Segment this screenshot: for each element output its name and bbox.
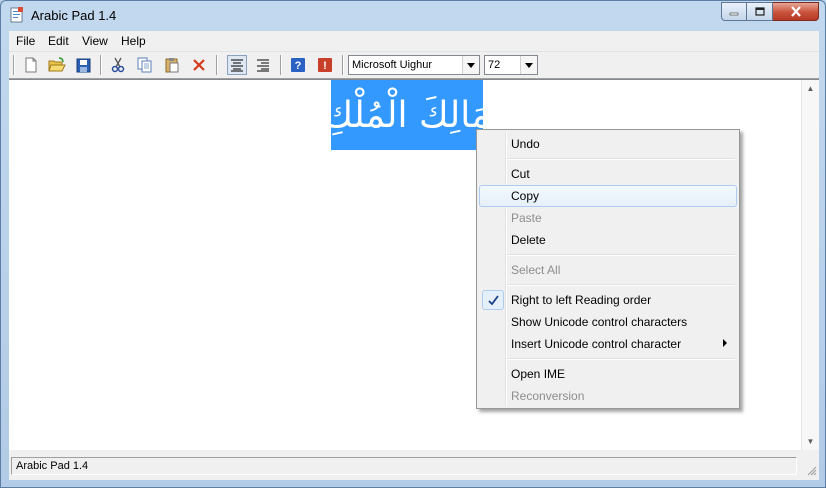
menu-item-label: Delete <box>511 233 546 247</box>
menu-item-cut[interactable]: Cut <box>479 163 737 185</box>
menu-item-label: Show Unicode control characters <box>511 315 688 329</box>
menu-help[interactable]: Help <box>119 34 148 48</box>
window-title: Arabic Pad 1.4 <box>31 8 117 23</box>
close-icon <box>790 6 801 17</box>
submenu-arrow-icon <box>723 339 727 347</box>
resize-grip-icon[interactable] <box>805 464 817 476</box>
menu-item-insert-unicode[interactable]: Insert Unicode control character <box>479 333 737 355</box>
align-center-icon <box>231 59 243 72</box>
scroll-up-icon[interactable]: ▲ <box>802 80 819 97</box>
font-size-select[interactable]: 72 <box>484 55 538 75</box>
menu-separator <box>507 358 735 360</box>
menu-item-show-unicode[interactable]: Show Unicode control characters <box>479 311 737 333</box>
menu-item-copy[interactable]: Copy <box>479 185 737 207</box>
menu-separator <box>507 254 735 256</box>
open-file-button[interactable] <box>47 55 67 75</box>
checkmark-icon <box>482 290 504 310</box>
menu-item-select-all[interactable]: Select All <box>479 259 737 281</box>
status-text: Arabic Pad 1.4 <box>16 460 89 472</box>
copy-icon <box>137 57 152 73</box>
delete-x-icon <box>193 59 205 71</box>
chevron-down-icon[interactable] <box>462 56 479 74</box>
menu-separator <box>507 284 735 286</box>
context-menu: Undo Cut Copy Paste Delete Select All Ri… <box>476 129 740 409</box>
menu-file[interactable]: File <box>14 34 37 48</box>
menu-item-paste[interactable]: Paste <box>479 207 737 229</box>
new-file-button[interactable] <box>21 55 41 75</box>
vertical-scrollbar[interactable]: ▲ ▼ <box>801 80 819 450</box>
help-button[interactable]: ? <box>288 55 308 75</box>
menu-item-label: Select All <box>511 263 561 277</box>
font-select-value: Microsoft Uighur <box>352 59 433 71</box>
font-select[interactable]: Microsoft Uighur <box>348 55 480 75</box>
paste-icon <box>165 58 179 73</box>
menu-item-label: Copy <box>511 189 540 203</box>
exclamation-icon: ! <box>318 58 332 72</box>
menu-item-undo[interactable]: Undo <box>479 133 737 155</box>
scroll-down-icon[interactable]: ▼ <box>802 433 819 450</box>
menu-view[interactable]: View <box>80 34 110 48</box>
app-icon <box>10 7 23 23</box>
toolbar: ? ! Microsoft Uighur 72 <box>9 52 819 79</box>
menu-separator <box>507 158 735 160</box>
about-button[interactable]: ! <box>315 55 335 75</box>
menu-item-label: Paste <box>511 211 542 225</box>
save-icon <box>76 58 90 72</box>
menu-item-label: Cut <box>511 167 530 181</box>
menu-item-label: Right to left Reading order <box>511 293 652 307</box>
font-size-value: 72 <box>488 59 501 71</box>
menu-item-label: Reconversion <box>511 389 585 403</box>
open-folder-icon <box>48 57 66 72</box>
menu-item-label: Undo <box>511 137 540 151</box>
status-panel: Arabic Pad 1.4 <box>11 457 797 475</box>
paste-button[interactable] <box>162 55 182 75</box>
menu-bar: File Edit View Help <box>9 31 819 52</box>
scissors-icon <box>111 57 125 73</box>
delete-button[interactable] <box>189 55 209 75</box>
svg-text:!: ! <box>323 60 327 72</box>
close-button[interactable] <box>773 2 819 21</box>
maximize-button[interactable] <box>747 2 773 21</box>
chevron-down-icon[interactable] <box>520 56 537 74</box>
toolbar-separator <box>280 55 282 75</box>
save-button[interactable] <box>73 55 93 75</box>
menu-edit[interactable]: Edit <box>46 34 71 48</box>
menu-item-label: Insert Unicode control character <box>511 337 682 351</box>
title-bar[interactable]: Arabic Pad 1.4 <box>1 1 825 31</box>
toolbar-separator <box>100 55 102 75</box>
toolbar-separator <box>342 55 344 75</box>
align-right-button[interactable] <box>253 55 273 75</box>
cut-button[interactable] <box>108 55 128 75</box>
copy-button[interactable] <box>135 55 155 75</box>
toolbar-separator <box>216 55 218 75</box>
maximize-icon <box>754 7 765 16</box>
menu-item-open-ime[interactable]: Open IME <box>479 363 737 385</box>
new-file-icon <box>25 57 37 73</box>
align-right-icon <box>257 59 269 72</box>
align-center-button[interactable] <box>227 55 247 75</box>
minimize-icon <box>729 12 739 15</box>
minimize-button[interactable] <box>721 2 747 21</box>
svg-text:?: ? <box>295 60 302 72</box>
menu-item-label: Open IME <box>511 367 566 381</box>
menu-item-delete[interactable]: Delete <box>479 229 737 251</box>
menu-item-reconversion[interactable]: Reconversion <box>479 385 737 407</box>
toolbar-separator <box>13 55 15 75</box>
status-bar: Arabic Pad 1.4 <box>9 454 819 478</box>
menu-item-rtl-reading-order[interactable]: Right to left Reading order <box>479 289 737 311</box>
selected-text[interactable]: مَالِكَ الْمُلْكِ <box>323 80 491 150</box>
help-icon: ? <box>291 58 305 72</box>
